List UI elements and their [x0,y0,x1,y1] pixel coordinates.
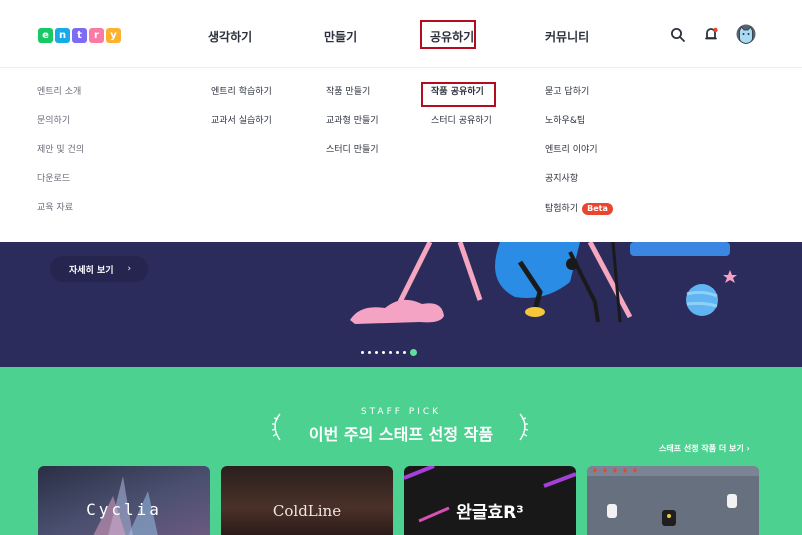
logo-letter-n: n [55,28,70,43]
slide-pagination [361,349,417,356]
menu-item-download[interactable]: 다운로드 [37,174,84,184]
slide-dot-7[interactable] [403,351,406,354]
project-card-3[interactable]: 완글효R³ [404,466,576,535]
menu-column-think: 엔트리 학습하기 교과서 실습하기 [211,87,272,145]
card-2-title: ColdLine [272,502,342,520]
menu-item-share-study[interactable]: 스터디 공유하기 [431,116,492,126]
menu-item-notice[interactable]: 공지사항 [545,174,613,184]
logo-letter-t: t [72,28,87,43]
card-3-title: 완글효R³ [456,503,524,523]
mega-menu-dropdown [0,68,802,242]
beta-badge: Beta [582,203,613,215]
detail-view-label: 자세히 보기 [69,265,114,276]
logo-letter-r: r [89,28,104,43]
slide-dot-1[interactable] [361,351,364,354]
project-card-1[interactable]: Cyclia [38,466,210,535]
entry-logo[interactable]: e n t r y [38,28,121,43]
staff-pick-more-link[interactable]: 스태프 선정 작품 더 보기 › [659,443,750,454]
profile-avatar-icon[interactable] [736,24,756,44]
menu-item-tips[interactable]: 노하우&팁 [545,116,613,126]
slide-dot-3[interactable] [375,351,378,354]
menu-item-entry-story[interactable]: 엔트리 이야기 [545,145,613,155]
nav-think[interactable]: 생각하기 [208,28,252,45]
logo-letter-y: y [106,28,121,43]
menu-column-community: 묻고 답하기 노하우&팁 엔트리 이야기 공지사항 탐험하기 Beta [545,87,613,234]
slide-dot-6[interactable] [396,351,399,354]
slide-dot-2[interactable] [368,351,371,354]
hero-banner: 자세히 보기 › [0,242,802,367]
logo-letter-e: e [38,28,53,43]
search-icon[interactable] [670,27,686,43]
menu-item-explore[interactable]: 탐험하기 Beta [545,203,613,215]
slide-dot-8-active[interactable] [410,349,417,356]
staff-pick-section: STAFF PICK 이번 주의 스태프 선정 작품 스태프 선정 작품 더 보… [0,367,802,535]
staff-pick-title: 이번 주의 스태프 선정 작품 [308,425,494,444]
detail-view-button[interactable]: 자세히 보기 › [50,256,148,282]
notification-bell-icon[interactable] [703,26,719,43]
chevron-right-icon: › [127,264,132,274]
menu-item-textbook[interactable]: 교과서 실습하기 [211,116,272,126]
top-header: e n t r y 생각하기 만들기 공유하기 커뮤니티 [0,0,802,68]
menu-item-share-project-highlight [421,82,496,107]
menu-item-make-curriculum[interactable]: 교과형 만들기 [326,116,379,126]
menu-item-qna[interactable]: 묻고 답하기 [545,87,613,97]
menu-item-edu-material[interactable]: 교육 자료 [37,203,84,213]
banner-illustration [350,242,737,324]
menu-item-contact[interactable]: 문의하기 [37,116,84,126]
menu-item-entry-intro[interactable]: 엔트리 소개 [37,87,84,97]
nav-share-highlight [420,20,476,49]
card-4-artwork [587,466,759,535]
menu-column-about: 엔트리 소개 문의하기 제안 및 건의 다운로드 교육 자료 [37,87,84,232]
menu-item-explore-label: 탐험하기 [545,204,579,214]
menu-column-create: 작품 만들기 교과형 만들기 스터디 만들기 [326,87,379,174]
slide-dot-5[interactable] [389,351,392,354]
slide-dot-4[interactable] [382,351,385,354]
menu-item-make-project[interactable]: 작품 만들기 [326,87,379,97]
project-card-4[interactable] [587,466,759,535]
nav-community[interactable]: 커뮤니티 [545,28,589,45]
project-card-2[interactable]: ColdLine [221,466,393,535]
staff-pick-eyebrow: STAFF PICK [360,407,442,417]
menu-item-suggestion[interactable]: 제안 및 건의 [37,145,84,155]
menu-item-learn[interactable]: 엔트리 학습하기 [211,87,272,97]
nav-create[interactable]: 만들기 [324,28,357,45]
card-1-title: Cyclia [86,500,162,519]
menu-item-make-study[interactable]: 스터디 만들기 [326,145,379,155]
